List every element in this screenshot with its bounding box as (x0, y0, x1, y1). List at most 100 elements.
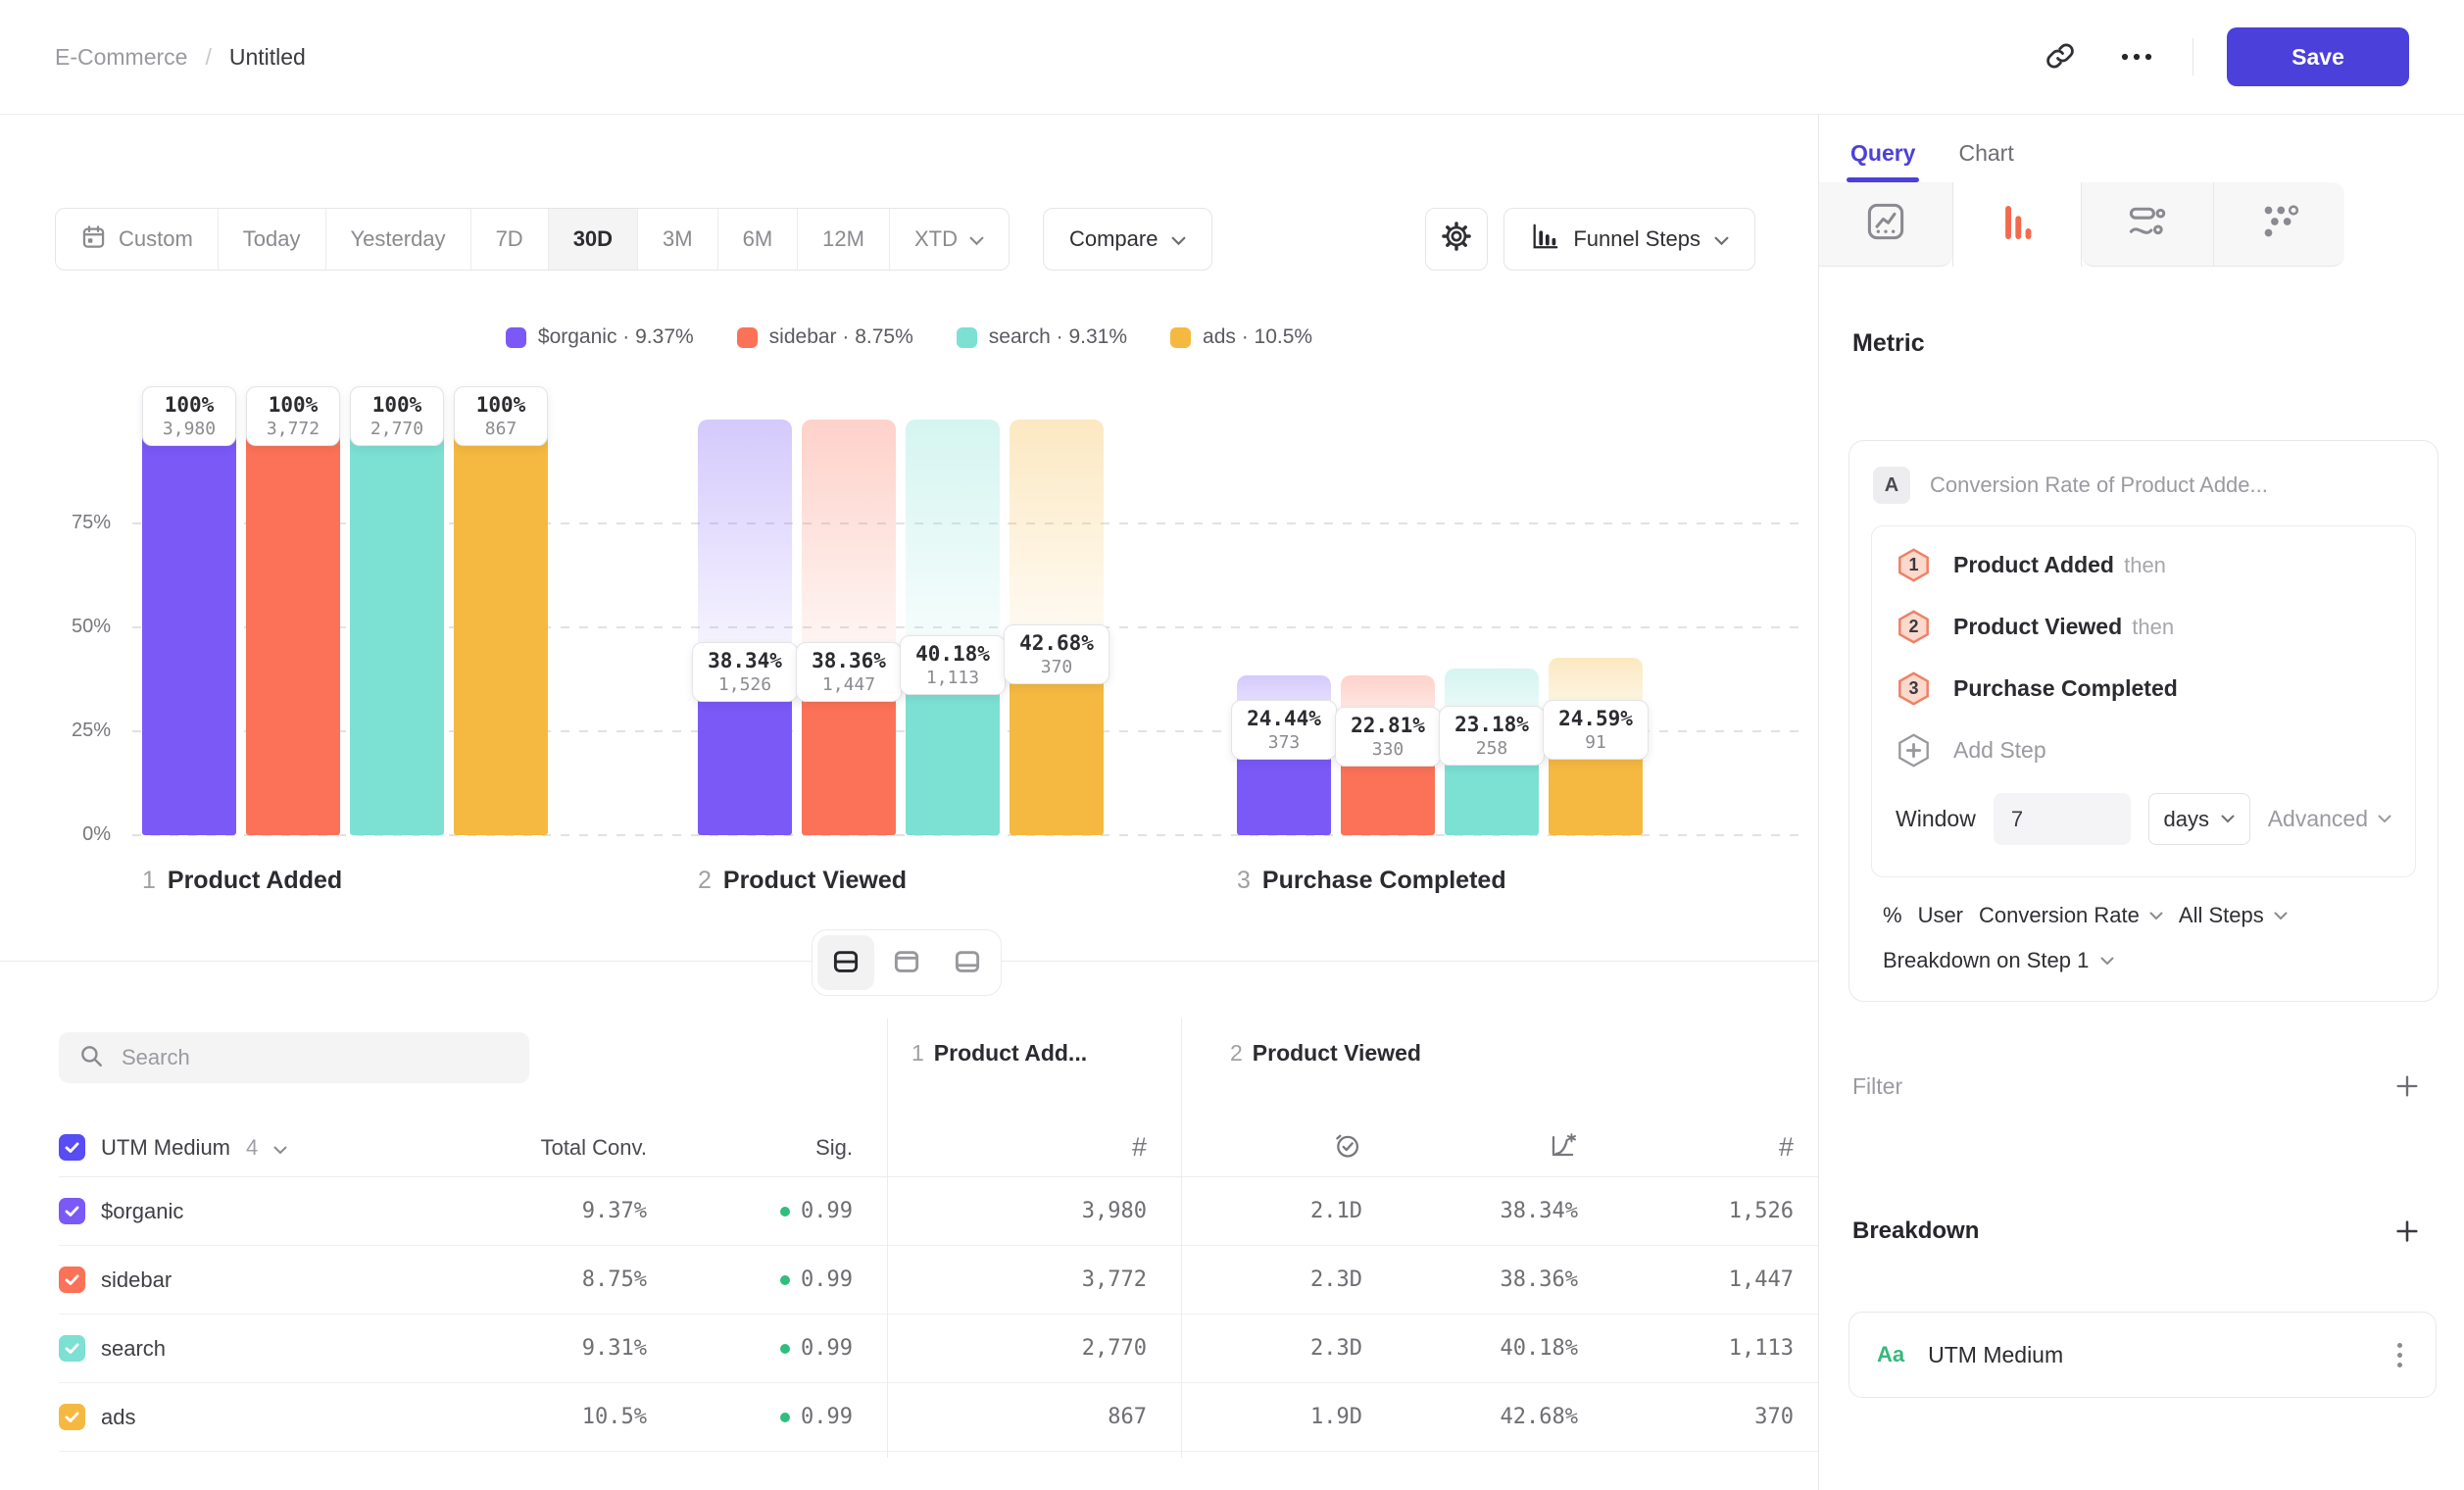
row-checkbox[interactable] (59, 1404, 85, 1430)
row-name: $organic (101, 1199, 183, 1224)
bar-value-badge: 23.18%258 (1439, 706, 1545, 766)
top-bar: E-Commerce / Untitled Save (0, 0, 2464, 115)
funnel-ghost-bar (698, 420, 792, 675)
range-12m[interactable]: 12M (798, 209, 890, 270)
step2-count-header[interactable]: # (1578, 1132, 1794, 1163)
range-3m[interactable]: 3M (638, 209, 718, 270)
chart-type-strip (1819, 182, 2464, 267)
add-breakdown-button[interactable] (2390, 1214, 2425, 1249)
breadcrumb-current[interactable]: Untitled (229, 44, 306, 71)
layout-split-button[interactable] (817, 935, 874, 990)
chart-mode-dropdown[interactable]: Funnel Steps (1503, 208, 1755, 271)
sig-dot-icon (780, 1344, 790, 1354)
step2-avg-time-header[interactable] (1181, 1130, 1362, 1166)
chevron-down-icon (273, 1135, 287, 1161)
table-search[interactable] (59, 1032, 529, 1083)
funnel-bar-ads-step1[interactable] (454, 420, 548, 835)
filter-section-header: Filter (1852, 1068, 2425, 1104)
query-step-2[interactable]: 2Product Viewed then (1872, 596, 2415, 658)
more-menu-button[interactable] (2114, 44, 2159, 71)
layout-chart-only-button[interactable] (878, 935, 935, 990)
table-header-steps: 1Product Add... 2Product Viewed (59, 1032, 1818, 1083)
total-conv-cell: 9.31% (470, 1336, 647, 1361)
step-hexagon-badge: 3 (1896, 670, 1932, 707)
step2-conversion-header[interactable] (1362, 1130, 1578, 1166)
group-column-label: UTM Medium (101, 1135, 230, 1161)
table-row-organic[interactable]: $organic9.37%0.993,9802.1D38.34%1,526 (59, 1177, 1818, 1246)
hash-icon: # (1779, 1132, 1794, 1163)
query-step-1[interactable]: 1Product Added then (1872, 534, 2415, 596)
chart-type-retention[interactable] (2213, 182, 2344, 267)
layout-table-only-button[interactable] (939, 935, 996, 990)
measure-entity[interactable]: User (1918, 903, 1963, 928)
row-checkbox[interactable] (59, 1266, 85, 1293)
step-label-2: 2Product Viewed (698, 867, 907, 895)
row-name: sidebar (101, 1267, 172, 1293)
step2-count-cell: 1,113 (1578, 1336, 1794, 1361)
breakdown-on-select[interactable]: Breakdown on Step 1 (1849, 928, 2438, 1001)
retention-grid-icon (2257, 199, 2302, 249)
gear-icon (1441, 221, 1472, 258)
add-step-button[interactable]: Add Step (1872, 720, 2415, 781)
total-conv-column-header[interactable]: Total Conv. (470, 1135, 647, 1161)
tab-query[interactable]: Query (1850, 140, 1915, 182)
query-step-3[interactable]: 3Purchase Completed (1872, 658, 2415, 720)
range-today[interactable]: Today (219, 209, 326, 270)
table-row-sidebar[interactable]: sidebar8.75%0.993,7722.3D38.36%1,447 (59, 1246, 1818, 1315)
chart-settings-button[interactable] (1425, 208, 1488, 271)
breakdown-item-card[interactable]: Aa UTM Medium (1848, 1312, 2437, 1398)
range-6m[interactable]: 6M (718, 209, 799, 270)
measure-scope-select[interactable]: All Steps (2179, 903, 2288, 928)
tab-chart[interactable]: Chart (1958, 140, 2013, 182)
metric-title: Conversion Rate of Product Adde... (1930, 472, 2268, 498)
chart-type-funnel[interactable] (1952, 182, 2082, 267)
funnel-bar-search-step1[interactable] (350, 420, 444, 835)
step2-rate-cell: 42.68% (1362, 1405, 1578, 1429)
funnel-bar-organic-step1[interactable] (142, 420, 236, 835)
bar-value-badge: 100%3,772 (246, 386, 340, 446)
row-checkbox[interactable] (59, 1335, 85, 1362)
range-custom[interactable]: Custom (56, 209, 219, 270)
app: E-Commerce / Untitled Save (0, 0, 2464, 1490)
step2-avg-time-cell: 2.3D (1181, 1267, 1362, 1292)
legend-item-ads[interactable]: ads · 10.5% (1170, 325, 1312, 349)
group-column-header[interactable]: UTM Medium 4 (59, 1134, 470, 1161)
advanced-toggle[interactable]: Advanced (2268, 806, 2391, 832)
legend-item-search[interactable]: search · 9.31% (957, 325, 1127, 349)
window-value-input[interactable] (1994, 793, 2131, 845)
range-yesterday[interactable]: Yesterday (326, 209, 471, 270)
select-all-checkbox[interactable] (59, 1134, 85, 1161)
chart-type-flow[interactable] (2082, 182, 2213, 267)
compare-button[interactable]: Compare (1043, 208, 1212, 271)
conversion-chart-icon (1548, 1130, 1578, 1166)
bar-value-badge: 100%2,770 (350, 386, 444, 446)
add-filter-button[interactable] (2390, 1068, 2425, 1104)
share-link-button[interactable] (2040, 35, 2081, 79)
kebab-menu-icon[interactable] (2391, 1337, 2408, 1373)
save-button[interactable]: Save (2227, 27, 2409, 86)
funnel-bar-sidebar-step1[interactable] (246, 420, 340, 835)
chart-type-line[interactable] (1819, 182, 1952, 267)
range-30d[interactable]: 30D (549, 209, 638, 270)
row-checkbox[interactable] (59, 1198, 85, 1224)
row-name: search (101, 1336, 166, 1362)
search-input[interactable] (120, 1044, 510, 1071)
legend-swatch (1170, 327, 1191, 348)
funnel-bar-ads-step2[interactable] (1010, 658, 1104, 835)
sig-column-header[interactable]: Sig. (647, 1135, 853, 1161)
legend-item-organic[interactable]: $organic · 9.37% (506, 325, 694, 349)
range-7d[interactable]: 7D (471, 209, 549, 270)
step1-count-header[interactable]: # (887, 1132, 1147, 1163)
breadcrumb-parent[interactable]: E-Commerce (55, 44, 187, 71)
chevron-down-icon (969, 226, 984, 252)
legend-item-sidebar[interactable]: sidebar · 8.75% (737, 325, 913, 349)
table-row-ads[interactable]: ads10.5%0.998671.9D42.68%370 (59, 1383, 1818, 1452)
table-row-search[interactable]: search9.31%0.992,7702.3D40.18%1,113 (59, 1315, 1818, 1383)
sig-cell: 0.99 (647, 1267, 853, 1292)
metric-title-row[interactable]: A Conversion Rate of Product Adde... (1849, 441, 2438, 525)
bar-value-badge: 24.44%373 (1231, 700, 1337, 760)
window-unit-select[interactable]: days (2148, 793, 2250, 845)
layout-bottom-icon (953, 947, 982, 979)
measure-metric-select[interactable]: Conversion Rate (1979, 903, 2163, 928)
range-xtd[interactable]: XTD (890, 209, 1009, 270)
